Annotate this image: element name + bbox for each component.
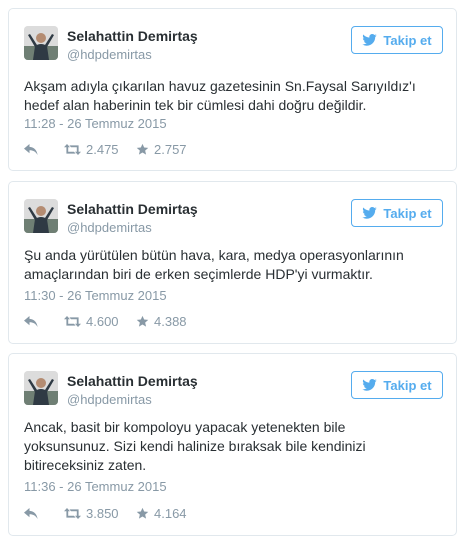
reply-icon bbox=[24, 143, 38, 155]
follow-label: Takip et bbox=[383, 205, 432, 221]
retweet-button[interactable]: 4.600 bbox=[64, 314, 136, 329]
follow-button[interactable]: Takip et bbox=[351, 371, 443, 399]
retweet-count: 2.475 bbox=[86, 141, 119, 157]
tweet-actions: 2.475 2.757 bbox=[24, 140, 187, 158]
favorite-button[interactable]: 2.757 bbox=[136, 142, 187, 157]
follow-button[interactable]: Takip et bbox=[351, 199, 443, 227]
follow-label: Takip et bbox=[383, 32, 432, 48]
favorite-count: 2.757 bbox=[154, 141, 187, 157]
retweet-count: 4.600 bbox=[86, 313, 119, 329]
avatar[interactable] bbox=[24, 26, 58, 60]
reply-button[interactable] bbox=[24, 143, 64, 155]
retweet-icon bbox=[64, 507, 81, 519]
retweet-icon bbox=[64, 143, 81, 155]
user-handle[interactable]: @hdpdemirtas bbox=[67, 392, 152, 407]
tweet-text: Ancak, basit bir kompoloyu yapacak yeten… bbox=[24, 419, 366, 473]
tweet-actions: 3.850 4.164 bbox=[24, 504, 187, 522]
twitter-bird-icon bbox=[362, 34, 378, 46]
favorite-count: 4.388 bbox=[154, 313, 187, 329]
tweet-timestamp[interactable]: 11:36 - 26 Temmuz 2015 bbox=[24, 479, 167, 494]
favorite-button[interactable]: 4.164 bbox=[136, 506, 187, 521]
user-name[interactable]: Selahattin Demirtaş bbox=[67, 28, 198, 44]
reply-icon bbox=[24, 507, 38, 519]
tweet-text: Akşam adıyla çıkarılan havuz gazetesinin… bbox=[24, 78, 416, 113]
star-icon bbox=[136, 143, 149, 156]
retweet-button[interactable]: 3.850 bbox=[64, 506, 136, 521]
favorite-count: 4.164 bbox=[154, 505, 187, 521]
user-handle[interactable]: @hdpdemirtas bbox=[67, 220, 152, 235]
star-icon bbox=[136, 507, 149, 520]
reply-icon bbox=[24, 315, 38, 327]
retweet-button[interactable]: 2.475 bbox=[64, 142, 136, 157]
user-name[interactable]: Selahattin Demirtaş bbox=[67, 201, 198, 217]
star-icon bbox=[136, 315, 149, 328]
retweet-count: 3.850 bbox=[86, 505, 119, 521]
twitter-bird-icon bbox=[362, 379, 378, 391]
tweet-timestamp[interactable]: 11:30 - 26 Temmuz 2015 bbox=[24, 288, 167, 303]
follow-button[interactable]: Takip et bbox=[351, 26, 443, 54]
tweet-timestamp[interactable]: 11:28 - 26 Temmuz 2015 bbox=[24, 116, 167, 131]
tweet-card: Selahattin Demirtaş @hdpdemirtas Takip e… bbox=[8, 353, 457, 536]
user-name[interactable]: Selahattin Demirtaş bbox=[67, 373, 198, 389]
avatar[interactable] bbox=[24, 199, 58, 233]
reply-button[interactable] bbox=[24, 507, 64, 519]
twitter-bird-icon bbox=[362, 207, 378, 219]
avatar[interactable] bbox=[24, 371, 58, 405]
tweet-card: Selahattin Demirtaş @hdpdemirtas Takip e… bbox=[8, 181, 457, 344]
reply-button[interactable] bbox=[24, 315, 64, 327]
tweet-text: Şu anda yürütülen bütün hava, kara, medy… bbox=[24, 247, 404, 282]
tweet-actions: 4.600 4.388 bbox=[24, 312, 187, 330]
tweet-card: Selahattin Demirtaş @hdpdemirtas Takip e… bbox=[8, 8, 457, 171]
follow-label: Takip et bbox=[383, 377, 432, 393]
user-handle[interactable]: @hdpdemirtas bbox=[67, 47, 152, 62]
favorite-button[interactable]: 4.388 bbox=[136, 314, 187, 329]
retweet-icon bbox=[64, 315, 81, 327]
